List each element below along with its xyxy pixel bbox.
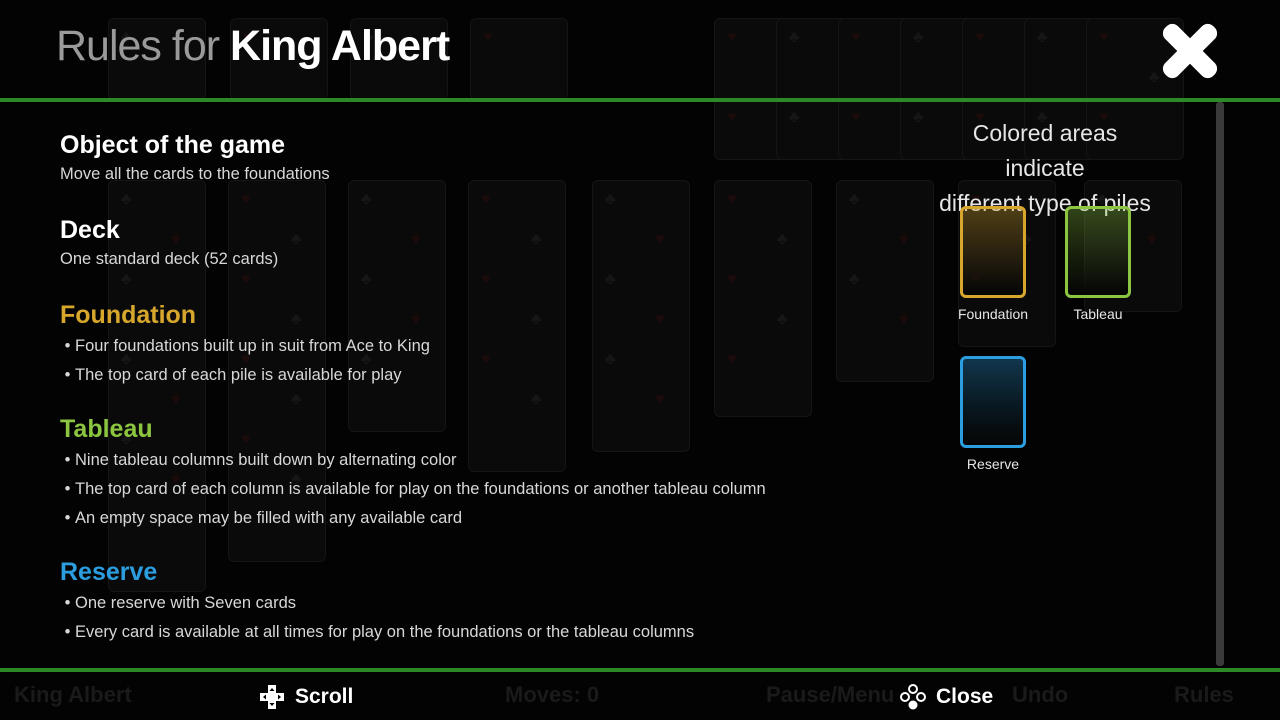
section-object-title: Object of the game — [60, 131, 286, 159]
rule-item-text: An empty space may be filled with any av… — [75, 509, 463, 527]
bullet-icon: • — [64, 337, 71, 355]
close-x-icon — [1162, 23, 1218, 79]
bullet-icon: • — [64, 480, 71, 498]
rule-item: • One reserve with Seven cards — [60, 589, 920, 618]
rule-item-text: The top card of each pile is available f… — [75, 366, 402, 384]
section-foundation-list: • Four foundations built up in suit from … — [60, 332, 920, 390]
section-reserve: Reserve • One reserve with Seven cards • Ev… — [60, 557, 920, 647]
legend-label-reserve: Reserve — [966, 456, 1020, 472]
footer-ghost-pause: Pause/Menu — [766, 682, 895, 707]
rule-item: • An empty space may be filled with any a… — [60, 504, 920, 533]
footer-ghost-undo: Undo — [1012, 682, 1069, 707]
footer-ghost-moves: Moves: 0 — [505, 682, 600, 707]
section-deck-title: Deck — [60, 216, 120, 244]
section-foundation-title: Foundation — [60, 301, 197, 329]
legend-label-tableau: Tableau — [1073, 306, 1123, 322]
rule-item: • Every card is available at all times fo… — [60, 618, 920, 647]
legend-item-tableau: Tableau — [1043, 206, 1153, 322]
section-deck-description: One standard deck (52 cards) — [60, 250, 279, 268]
dpad-icon — [260, 685, 284, 709]
bullet-icon: • — [64, 594, 71, 612]
title-game-name: King Albert — [230, 22, 450, 70]
rule-item: • Four foundations built up in suit from … — [60, 332, 920, 361]
legend-label-foundation: Foundation — [957, 306, 1029, 322]
title-prefix: Rules for — [56, 22, 220, 70]
section-foundation: Foundation • Four foundations built up in… — [60, 300, 920, 390]
scrollbar[interactable] — [1216, 102, 1224, 666]
page-title: Rules for King Albert — [56, 20, 450, 72]
close-action[interactable]: Close — [900, 682, 993, 712]
reserve-pile-swatch — [960, 356, 1026, 448]
bullet-icon: • — [64, 623, 71, 641]
close-button[interactable] — [1160, 21, 1220, 81]
rule-item: • The top card of each pile is available … — [60, 361, 920, 390]
header-divider — [0, 98, 1280, 102]
section-tableau-list: • Nine tableau columns built down by alte… — [60, 446, 920, 533]
legend-item-reserve: Reserve — [938, 356, 1048, 472]
rule-item-text: Nine tableau columns built down by alter… — [75, 451, 457, 469]
rules-content[interactable]: Object of the game Move all the cards to… — [60, 104, 920, 664]
scroll-action[interactable]: Scroll — [259, 682, 353, 712]
legend-caption-line-1: Colored areas indicate — [972, 120, 1118, 181]
rules-screen: ♣ ♥ ♣ ♥ ♣ ♥ ♣ ♥ ♣ ♥ ♣ ♥ ♣ ♥ ♣ ♥ ♣ ♣ ♥ ♣ ♥ ♣ ♥ ♣ ♥ ♣ ♥ ♣ ♣ ♥ ♣ ♥ ♣ ♥ ♥ ♣ ♥ ♣ ♥ ♣… — [0, 0, 1280, 720]
section-object: Object of the game Move all the cards to… — [60, 130, 920, 184]
rule-item-text: One reserve with Seven cards — [75, 594, 297, 612]
section-reserve-title: Reserve — [60, 558, 158, 586]
rules-header: Rules for King Albert — [0, 0, 1280, 98]
scroll-label: Scroll — [295, 685, 354, 708]
bullet-icon: • — [64, 366, 71, 384]
foundation-pile-swatch — [960, 206, 1026, 298]
tableau-pile-swatch — [1065, 206, 1131, 298]
face-buttons-icon — [900, 684, 926, 710]
footer-ghost-rules: Rules — [1174, 682, 1234, 707]
section-tableau-title: Tableau — [60, 415, 153, 443]
rule-item-text: The top card of each column is available… — [75, 480, 766, 498]
bullet-icon: • — [64, 451, 71, 469]
legend-item-foundation: Foundation — [938, 206, 1048, 322]
close-label: Close — [936, 685, 994, 708]
rule-item-text: Four foundations built up in suit from A… — [75, 337, 430, 355]
rule-item-text: Every card is available at all times for… — [75, 623, 695, 641]
section-deck: Deck One standard deck (52 cards) — [60, 215, 920, 269]
footer-bar: King Albert Moves: 0 Pause/Menu Undo Rul… — [0, 672, 1280, 720]
section-object-description: Move all the cards to the foundations — [60, 165, 330, 183]
section-reserve-list: • One reserve with Seven cards • Every card… — [60, 589, 920, 647]
rule-item: • The top card of each column is availabl… — [60, 475, 920, 504]
footer-ghost-game-name: King Albert — [14, 682, 132, 707]
bullet-icon: • — [64, 509, 71, 527]
section-tableau: Tableau • Nine tableau columns built down… — [60, 414, 920, 533]
rule-item: • Nine tableau columns built down by alte… — [60, 446, 920, 475]
